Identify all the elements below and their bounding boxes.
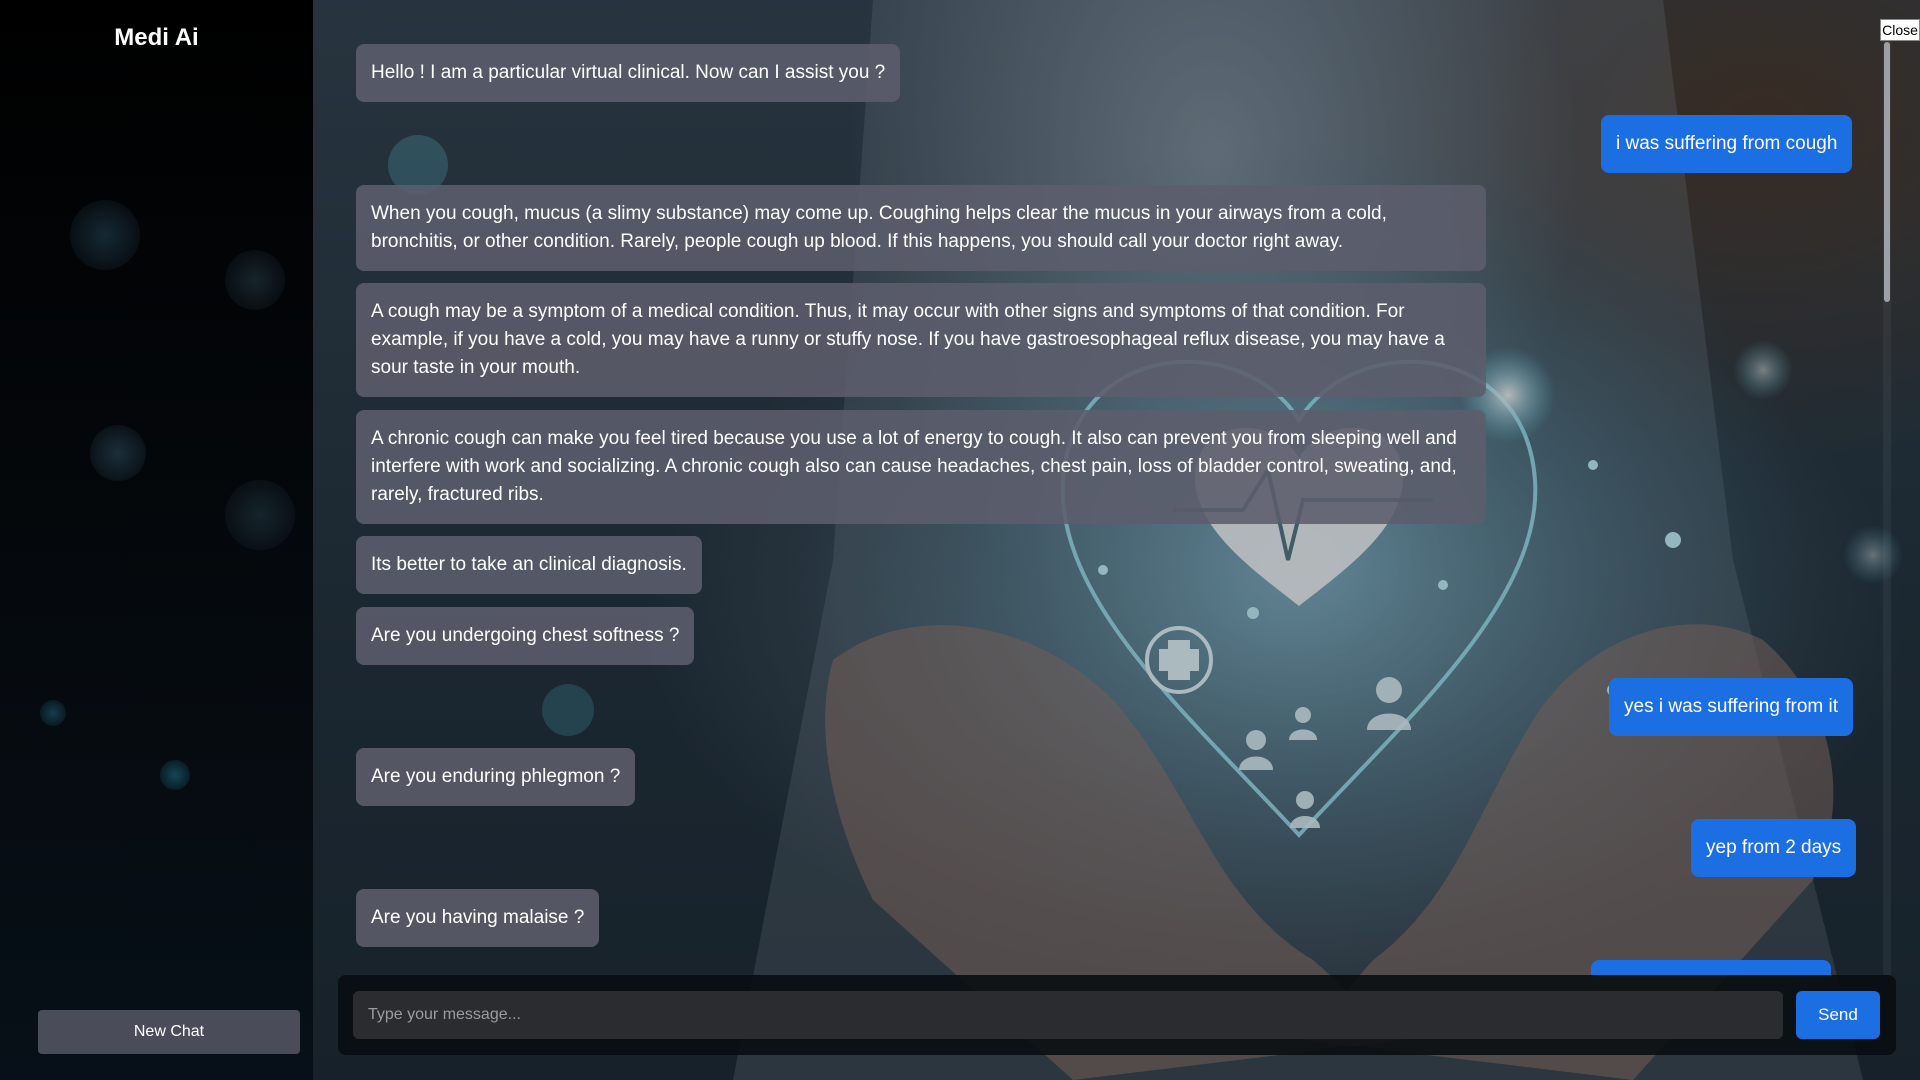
app-brand-title: Medi Ai: [114, 24, 199, 51]
bot-message: Are you enduring phlegmon ?: [356, 748, 636, 806]
bot-message: When you cough, mucus (a slimy substance…: [356, 185, 1486, 271]
decorative-bokeh: [160, 760, 190, 790]
bot-message: Are you having malaise ?: [356, 889, 600, 947]
decorative-bokeh: [40, 700, 66, 726]
user-message: i was suffering from cough: [1601, 115, 1853, 173]
decorative-bokeh: [225, 250, 285, 310]
new-chat-button[interactable]: New Chat: [38, 1010, 300, 1054]
user-message: yep from 2 days: [1691, 819, 1857, 877]
bot-message: A cough may be a symptom of a medical co…: [356, 283, 1486, 397]
close-button[interactable]: Close: [1880, 19, 1920, 41]
decorative-bokeh: [225, 480, 295, 550]
decorative-bokeh: [90, 425, 146, 481]
sidebar: Medi Ai New Chat: [0, 0, 313, 1080]
bot-message: A chronic cough can make you feel tired …: [356, 410, 1486, 524]
decorative-bokeh: [70, 200, 140, 270]
chat-scrollbar-thumb[interactable]: [1884, 42, 1890, 302]
bot-message: Its better to take an clinical diagnosis…: [356, 536, 702, 594]
send-button[interactable]: Send: [1796, 991, 1880, 1039]
user-message: yes i was suffering from it: [1609, 678, 1854, 736]
bot-message: Are you undergoing chest softness ?: [356, 607, 695, 665]
bot-message: Hello ! I am a particular virtual clinic…: [356, 44, 901, 102]
user-message-partial: [1591, 960, 1831, 975]
message-input[interactable]: [353, 991, 1783, 1039]
